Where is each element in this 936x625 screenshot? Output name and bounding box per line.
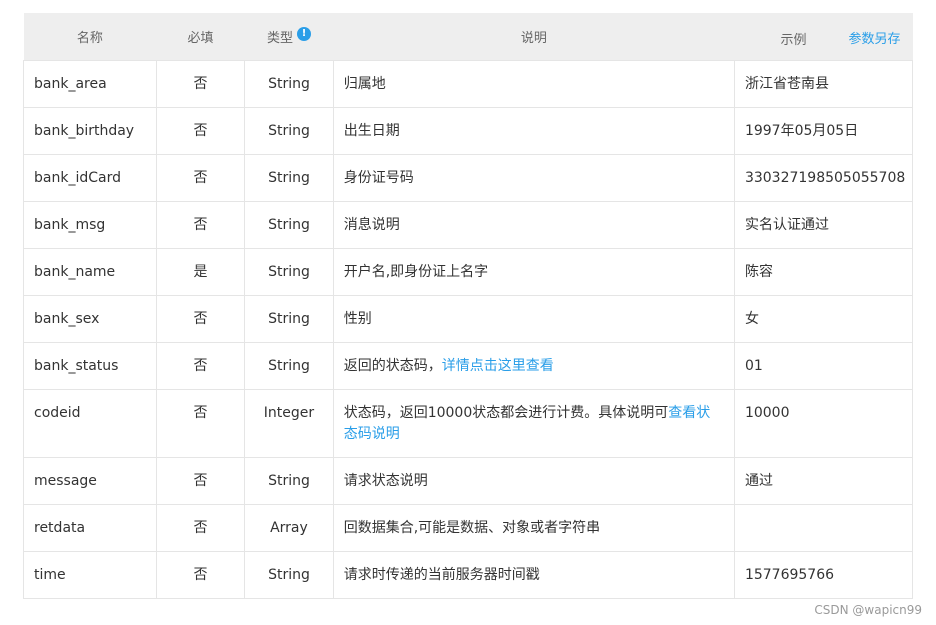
param-desc-text: 返回的状态码， <box>343 358 442 374</box>
param-desc: 消息说明 <box>332 201 735 249</box>
param-type: String <box>244 60 334 108</box>
table-row: time 否 String 请求时传递的当前服务器时间戳 1577695766 <box>23 551 914 599</box>
param-name: codeid <box>23 389 157 458</box>
param-desc: 开户名,即身份证上名字 <box>332 248 735 296</box>
table-row: codeid 否 Integer 状态码，返回10000状态都会进行计费。具体说… <box>23 389 914 458</box>
param-name: time <box>23 551 157 599</box>
table-row: retdata 否 Array 回数据集合,可能是数据、对象或者字符串 <box>23 504 914 552</box>
param-type: Array <box>244 504 334 552</box>
param-desc: 返回的状态码，详情点击这里查看 <box>332 342 735 390</box>
param-type: String <box>244 154 334 202</box>
watermark: CSDN @wapicn99 <box>814 603 922 617</box>
param-desc: 回数据集合,可能是数据、对象或者字符串 <box>332 504 735 552</box>
status-code-detail-link[interactable]: 详情点击这里查看 <box>442 358 554 374</box>
param-required: 否 <box>155 551 246 599</box>
param-name: bank_idCard <box>23 154 157 202</box>
param-name: bank_status <box>23 342 157 390</box>
table-row: bank_sex 否 String 性别 女 <box>23 295 914 343</box>
param-desc-text: 状态码，返回10000状态都会进行计费。具体说明可 <box>343 405 669 421</box>
param-example: 1997年05月05日 <box>733 107 914 155</box>
header-type-label: 类型 <box>266 31 293 46</box>
param-desc: 身份证号码 <box>332 154 735 202</box>
header-example-label: 示例 <box>780 33 807 48</box>
param-desc: 请求时传递的当前服务器时间戳 <box>332 551 735 599</box>
param-required: 否 <box>155 295 246 343</box>
param-name: bank_area <box>23 60 157 108</box>
param-name: bank_name <box>23 248 157 296</box>
param-type: String <box>244 295 334 343</box>
param-required: 是 <box>155 248 246 296</box>
info-icon[interactable]: ! <box>296 27 311 41</box>
params-table: 名称 必填 类型! 说明 示例 参数另存 bank_area 否 String … <box>23 13 914 599</box>
header-required: 必填 <box>156 13 245 61</box>
table-row: bank_msg 否 String 消息说明 实名认证通过 <box>23 201 914 249</box>
table-row: bank_name 是 String 开户名,即身份证上名字 陈容 <box>23 248 914 296</box>
table-row: bank_status 否 String 返回的状态码，详情点击这里查看 01 <box>23 342 914 390</box>
header-desc: 说明 <box>333 13 735 61</box>
param-example <box>733 504 914 552</box>
param-name: bank_msg <box>23 201 157 249</box>
param-type: String <box>244 457 334 505</box>
param-type: String <box>244 551 334 599</box>
param-name: bank_birthday <box>23 107 157 155</box>
param-required: 否 <box>155 107 246 155</box>
header-example: 示例 参数另存 <box>734 13 913 61</box>
param-type: String <box>244 248 334 296</box>
param-type: String <box>244 201 334 249</box>
table-header-row: 名称 必填 类型! 说明 示例 参数另存 <box>23 13 913 61</box>
param-required: 否 <box>155 154 246 202</box>
table-row: bank_birthday 否 String 出生日期 1997年05月05日 <box>23 107 914 155</box>
table-row: message 否 String 请求状态说明 通过 <box>23 457 914 505</box>
param-required: 否 <box>155 457 246 505</box>
param-desc: 性别 <box>332 295 735 343</box>
param-type: String <box>244 107 334 155</box>
param-required: 否 <box>155 60 246 108</box>
param-example: 1577695766 <box>733 551 914 599</box>
param-desc: 出生日期 <box>332 107 735 155</box>
param-name: retdata <box>23 504 157 552</box>
param-desc: 请求状态说明 <box>332 457 735 505</box>
param-example: 10000 <box>733 389 914 458</box>
param-name: bank_sex <box>23 295 157 343</box>
param-required: 否 <box>155 201 246 249</box>
param-example: 330327198505055708 <box>733 154 914 202</box>
param-type: String <box>244 342 334 390</box>
param-desc: 状态码，返回10000状态都会进行计费。具体说明可查看状态码说明 <box>332 389 735 458</box>
param-type: Integer <box>244 389 334 458</box>
param-name: message <box>23 457 157 505</box>
header-type: 类型! <box>244 13 334 61</box>
save-params-link[interactable]: 参数另存 <box>848 28 900 47</box>
param-example: 陈容 <box>733 248 914 296</box>
param-required: 否 <box>155 342 246 390</box>
param-required: 否 <box>155 389 246 458</box>
table-row: bank_area 否 String 归属地 浙江省苍南县 <box>23 60 914 108</box>
header-name: 名称 <box>23 13 157 61</box>
param-example: 通过 <box>733 457 914 505</box>
param-example: 实名认证通过 <box>733 201 914 249</box>
param-example: 浙江省苍南县 <box>733 60 914 108</box>
param-required: 否 <box>155 504 246 552</box>
table-row: bank_idCard 否 String 身份证号码 3303271985050… <box>23 154 914 202</box>
param-desc: 归属地 <box>332 60 735 108</box>
param-example: 女 <box>733 295 914 343</box>
param-example: 01 <box>733 342 914 390</box>
